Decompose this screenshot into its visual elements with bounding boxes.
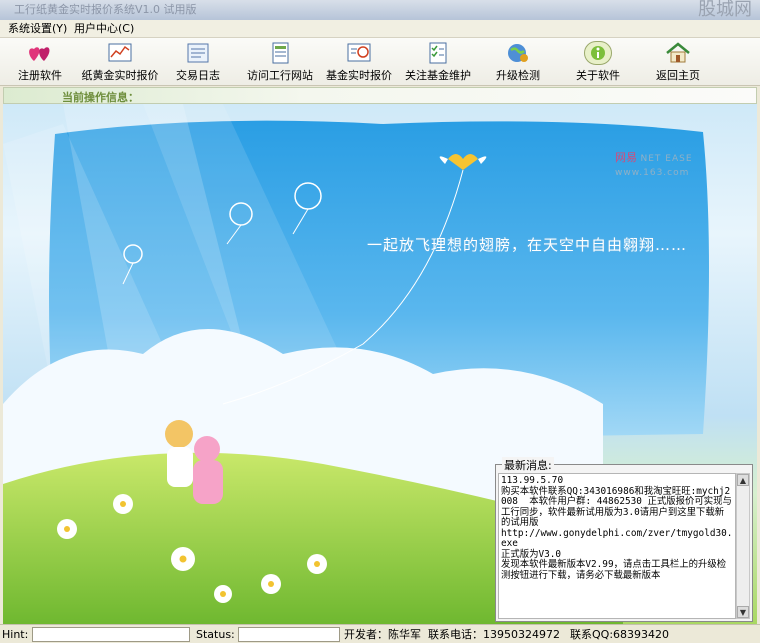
return-home-label: 返回主页	[656, 69, 700, 82]
checklist-icon	[424, 41, 452, 65]
window-title: 工行纸黄金实时报价系统V1.0 试用版	[14, 3, 197, 16]
menu-user-center[interactable]: 用户中心(C)	[74, 21, 134, 37]
main-banner: 网易 NET EASE www.163.com 一起放飞理想的翅膀，在天空中自由…	[3, 104, 757, 624]
gold-price-label: 纸黄金实时报价	[81, 69, 159, 82]
return-home-button[interactable]: 返回主页	[652, 39, 704, 85]
status-field	[238, 627, 340, 642]
watermark-logo: 股城网	[698, 0, 752, 20]
menu-bar: 系统设置(Y) 用户中心(C)	[0, 20, 760, 38]
about-software-button[interactable]: 关于软件	[572, 39, 624, 85]
visit-icbc-button[interactable]: 访问工行网站	[244, 39, 316, 85]
status-label: Status:	[196, 628, 235, 641]
register-software-button[interactable]: 注册软件	[14, 39, 66, 85]
document-icon	[266, 41, 294, 65]
info-label: 当前操作信息：	[62, 91, 139, 104]
banner-slogan: 一起放飞理想的翅膀，在天空中自由翱翔……	[367, 236, 688, 254]
hearts-icon	[26, 41, 54, 65]
title-bar: 工行纸黄金实时报价系统V1.0 试用版 股城网	[0, 0, 760, 20]
qq-text: 联系QQ:68393420	[570, 628, 670, 641]
netease-brand-url: www.163.com	[615, 168, 690, 178]
log-icon	[184, 41, 212, 65]
about-icon	[584, 41, 612, 65]
toolbar: 注册软件 纸黄金实时报价 交易日志 访问工行网站 基金实时报价 关注基金维护 升…	[0, 38, 760, 86]
info-bar: 当前操作信息：	[3, 87, 757, 104]
about-software-label: 关于软件	[576, 69, 620, 82]
fund-price-label: 基金实时报价	[326, 69, 392, 82]
netease-brand-en: NET EASE	[640, 154, 693, 164]
hint-label: Hint:	[2, 628, 29, 641]
trade-log-button[interactable]: 交易日志	[172, 39, 224, 85]
news-title: 最新消息:	[502, 457, 554, 473]
news-text[interactable]: 113.99.5.70 购买本软件联系QQ:343016986和我淘宝旺旺:my…	[498, 473, 736, 619]
fund-price-button[interactable]: 基金实时报价	[324, 39, 394, 85]
status-bar: Hint: Status: 开发者：陈华军 联系电话：13950324972 联…	[0, 624, 760, 643]
fund-watch-label: 关注基金维护	[405, 69, 471, 82]
netease-brand-cn: 网易	[615, 151, 637, 164]
hint-field	[32, 627, 190, 642]
visit-icbc-label: 访问工行网站	[247, 69, 313, 82]
trade-log-label: 交易日志	[176, 69, 220, 82]
globe-icon	[504, 41, 532, 65]
news-panel: 最新消息: 113.99.5.70 购买本软件联系QQ:343016986和我淘…	[495, 457, 753, 622]
scroll-down-arrow-icon[interactable]: ▼	[737, 606, 749, 618]
chart-icon	[106, 41, 134, 65]
scroll-up-arrow-icon[interactable]: ▲	[737, 474, 749, 486]
upgrade-check-button[interactable]: 升级检测	[492, 39, 544, 85]
upgrade-check-label: 升级检测	[496, 69, 540, 82]
fund-chart-icon	[345, 41, 373, 65]
netease-logo: 网易 NET EASE www.163.com	[615, 149, 693, 178]
gold-price-button[interactable]: 纸黄金实时报价	[80, 39, 160, 85]
menu-system-settings[interactable]: 系统设置(Y)	[8, 21, 67, 37]
fund-watch-button[interactable]: 关注基金维护	[402, 39, 474, 85]
phone-text: 联系电话：13950324972	[428, 628, 560, 641]
developer-text: 开发者：陈华军	[344, 628, 421, 641]
register-software-label: 注册软件	[18, 69, 62, 82]
news-scrollbar[interactable]: ▲ ▼	[736, 473, 750, 619]
home-icon	[664, 41, 692, 65]
